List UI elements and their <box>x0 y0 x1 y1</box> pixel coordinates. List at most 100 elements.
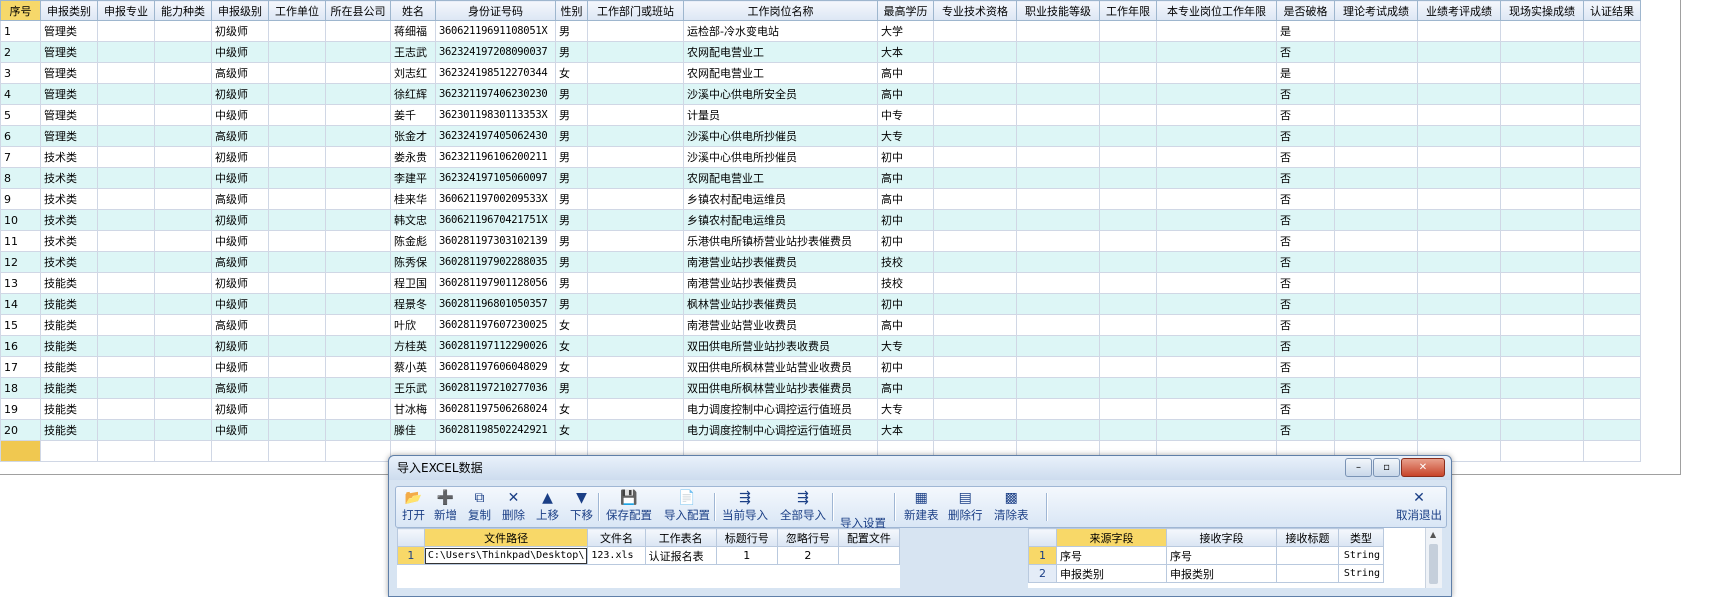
level-cell[interactable]: 初级师 <box>211 146 269 168</box>
gender-cell[interactable]: 女 <box>555 335 588 357</box>
empty-cell[interactable] <box>325 41 391 63</box>
empty-cell[interactable] <box>154 41 212 63</box>
empty-cell[interactable] <box>587 167 684 189</box>
empty-cell[interactable] <box>268 230 326 252</box>
category-cell[interactable]: 技能类 <box>40 335 98 357</box>
exception-cell[interactable]: 否 <box>1276 209 1335 231</box>
empty-cell[interactable] <box>97 62 155 84</box>
empty-cell[interactable] <box>1016 20 1100 42</box>
id-number-cell[interactable]: 360281197506268024 <box>435 398 556 420</box>
empty-cell[interactable] <box>154 167 212 189</box>
gender-cell[interactable]: 男 <box>555 125 588 147</box>
name-cell[interactable]: 姜千 <box>390 104 436 126</box>
education-cell[interactable]: 初中 <box>877 293 934 315</box>
education-cell[interactable]: 技校 <box>877 251 934 273</box>
empty-cell[interactable] <box>97 293 155 315</box>
category-cell[interactable]: 管理类 <box>40 125 98 147</box>
empty-cell[interactable] <box>1156 104 1277 126</box>
table-row[interactable]: 11 技术类 中级师 陈金彪 360281197303102139 男 乐港供电所镇桥营业站… <box>0 230 1641 252</box>
empty-cell[interactable] <box>268 104 326 126</box>
empty-cell[interactable] <box>1334 20 1418 42</box>
post-name-cell[interactable]: 南港营业站抄表催费员 <box>683 251 878 273</box>
type-cell[interactable]: String <box>1338 564 1384 583</box>
empty-cell[interactable] <box>1099 377 1157 399</box>
name-cell[interactable]: 叶欣 <box>390 314 436 336</box>
level-cell[interactable]: 高级师 <box>211 62 269 84</box>
column-header[interactable]: 最高学历 <box>877 0 934 21</box>
empty-cell[interactable] <box>1334 335 1418 357</box>
row-number-cell[interactable]: 4 <box>0 83 41 105</box>
empty-cell[interactable] <box>268 398 326 420</box>
empty-cell[interactable] <box>1334 377 1418 399</box>
gender-cell[interactable]: 女 <box>555 62 588 84</box>
empty-cell[interactable] <box>933 314 1017 336</box>
empty-cell[interactable] <box>1099 398 1157 420</box>
empty-cell[interactable] <box>933 83 1017 105</box>
column-header[interactable]: 文件路径 <box>423 528 589 547</box>
name-cell[interactable]: 娄永贵 <box>390 146 436 168</box>
level-cell[interactable]: 高级师 <box>211 188 269 210</box>
education-cell[interactable]: 高中 <box>877 167 934 189</box>
exception-cell[interactable]: 否 <box>1276 167 1335 189</box>
id-number-cell[interactable]: 360281198502242921 <box>435 419 556 441</box>
exception-cell[interactable]: 否 <box>1276 125 1335 147</box>
column-header[interactable]: 类型 <box>1338 528 1384 547</box>
row-number-cell[interactable]: 13 <box>0 272 41 294</box>
table-row[interactable]: 20 技能类 中级师 滕佳 360281198502242921 女 电力调度控制中心调控运… <box>0 419 1641 441</box>
empty-cell[interactable] <box>587 230 684 252</box>
empty-cell[interactable] <box>587 377 684 399</box>
empty-cell[interactable] <box>1583 125 1641 147</box>
row-number-cell[interactable]: 9 <box>0 188 41 210</box>
empty-cell[interactable] <box>154 335 212 357</box>
id-number-cell[interactable]: 36062119700209533X <box>435 188 556 210</box>
empty-cell[interactable] <box>1583 104 1641 126</box>
name-cell[interactable]: 蔡小英 <box>390 356 436 378</box>
education-cell[interactable]: 大本 <box>877 41 934 63</box>
empty-cell[interactable] <box>97 419 155 441</box>
empty-cell[interactable] <box>587 83 684 105</box>
id-number-cell[interactable]: 362324198512270344 <box>435 62 556 84</box>
empty-cell[interactable] <box>1583 167 1641 189</box>
exception-cell[interactable]: 否 <box>1276 230 1335 252</box>
row-number-cell[interactable]: 16 <box>0 335 41 357</box>
empty-cell[interactable] <box>1583 188 1641 210</box>
empty-cell[interactable] <box>268 209 326 231</box>
empty-cell[interactable] <box>325 230 391 252</box>
empty-cell[interactable] <box>97 356 155 378</box>
type-cell[interactable]: String <box>1338 546 1384 565</box>
level-cell[interactable]: 初级师 <box>211 335 269 357</box>
id-number-cell[interactable]: 360281197607230025 <box>435 314 556 336</box>
empty-cell[interactable] <box>97 104 155 126</box>
gender-cell[interactable]: 男 <box>555 272 588 294</box>
empty-cell[interactable] <box>1156 356 1277 378</box>
empty-cell[interactable] <box>1583 83 1641 105</box>
column-header[interactable]: 职业技能等级 <box>1016 0 1100 21</box>
table-row[interactable]: 12 技术类 高级师 陈秀保 360281197902288035 男 南港营业站抄表催费员… <box>0 251 1641 273</box>
empty-cell[interactable] <box>1099 41 1157 63</box>
level-cell[interactable]: 初级师 <box>211 20 269 42</box>
row-number-cell[interactable]: 10 <box>0 209 41 231</box>
empty-cell[interactable] <box>325 398 391 420</box>
column-header[interactable]: 忽略行号 <box>776 528 839 547</box>
exception-cell[interactable]: 是 <box>1276 20 1335 42</box>
row-number-cell[interactable]: 11 <box>0 230 41 252</box>
empty-cell[interactable] <box>1156 125 1277 147</box>
exception-cell[interactable]: 否 <box>1276 398 1335 420</box>
empty-cell[interactable] <box>1417 146 1501 168</box>
row-number-cell[interactable]: 5 <box>0 104 41 126</box>
name-cell[interactable]: 滕佳 <box>390 419 436 441</box>
empty-cell[interactable] <box>587 209 684 231</box>
empty-cell[interactable] <box>97 209 155 231</box>
table-row[interactable]: 4 管理类 初级师 徐红辉 362321197406230230 男 沙溪中心供电所安全员高… <box>0 83 1641 105</box>
column-header[interactable]: 工作单位 <box>268 0 326 21</box>
post-name-cell[interactable]: 农网配电营业工 <box>683 41 878 63</box>
toolbar-button-4[interactable]: ▲ 上移 <box>536 489 559 525</box>
column-header[interactable]: 序号 <box>0 0 41 21</box>
exception-cell[interactable]: 是 <box>1276 62 1335 84</box>
toolbar-button-5[interactable]: ▼ 下移 <box>570 489 593 525</box>
id-number-cell[interactable]: 360281197606048029 <box>435 356 556 378</box>
empty-cell[interactable] <box>1016 41 1100 63</box>
table-row[interactable]: 2 申报类别 申报类别 String <box>1028 564 1384 583</box>
empty-cell[interactable] <box>1016 419 1100 441</box>
row-number-cell[interactable]: 12 <box>0 251 41 273</box>
